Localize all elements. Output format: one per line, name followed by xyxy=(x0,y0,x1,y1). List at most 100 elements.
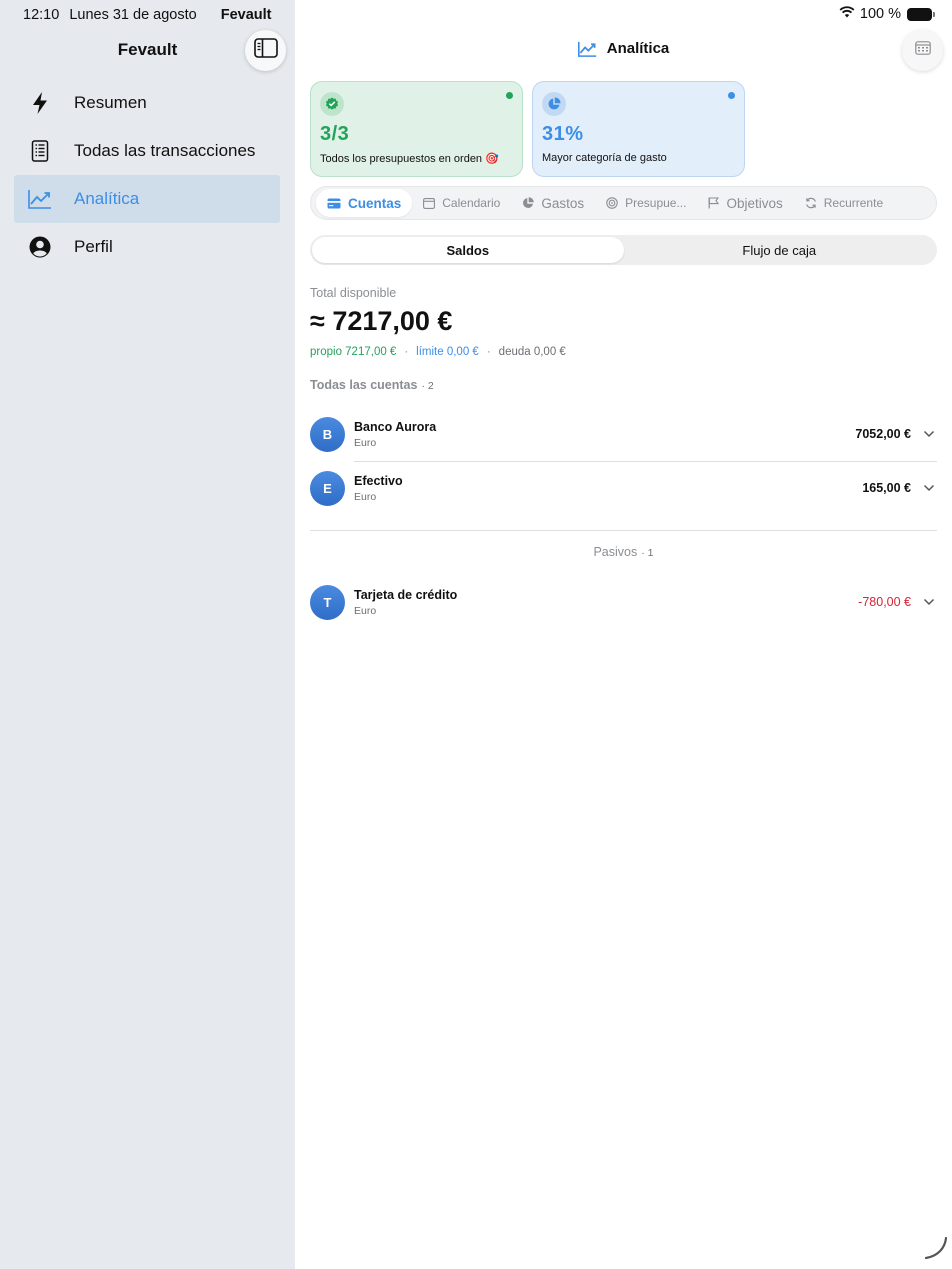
sidebar-item-transacciones[interactable]: Todas las transacciones xyxy=(14,127,280,175)
sidebar-nav: Resumen Todas las transacciones Analític… xyxy=(14,79,280,271)
status-bar-right: 100 % xyxy=(839,6,935,22)
section-count: · 2 xyxy=(421,380,434,392)
pie-icon xyxy=(522,197,535,209)
debt-amount: deuda 0,00 € xyxy=(498,346,566,358)
account-name: Banco Aurora xyxy=(354,419,437,434)
card-icon xyxy=(327,198,341,209)
account-amount: 7052,00 € xyxy=(855,427,911,441)
tab-objetivos[interactable]: Objetivos xyxy=(697,189,793,217)
status-dot xyxy=(728,92,735,99)
calendar-icon xyxy=(914,41,931,60)
avatar: B xyxy=(310,416,345,452)
chevron-down-icon[interactable] xyxy=(921,430,937,438)
tab-label: Cuentas xyxy=(348,195,402,211)
segment-flujo-de-caja[interactable]: Flujo de caja xyxy=(624,237,936,263)
total-label: Total disponible xyxy=(310,286,397,300)
status-bar-left: 12:10 Lunes 31 de agosto Fevault xyxy=(23,7,272,23)
account-name: Tarjeta de crédito xyxy=(354,587,458,602)
analytics-tabs: Cuentas Calendario Gastos Presupue... Ob… xyxy=(310,186,937,220)
sidebar-toggle-button[interactable] xyxy=(245,30,286,71)
own-amount: propio 7217,00 € xyxy=(310,346,397,358)
chart-line-icon xyxy=(577,41,597,57)
tab-gastos[interactable]: Gastos xyxy=(511,189,595,217)
balance-cashflow-toggle: Saldos Flujo de caja xyxy=(310,235,937,265)
tab-label: Gastos xyxy=(541,195,585,211)
status-date: Lunes 31 de agosto xyxy=(69,7,197,23)
segment-saldos[interactable]: Saldos xyxy=(312,237,624,263)
liability-row[interactable]: T Tarjeta de crédito Euro -780,00 € xyxy=(310,580,937,624)
account-row[interactable]: B Banco Aurora Euro 7052,00 € xyxy=(310,412,937,456)
account-amount: -780,00 € xyxy=(858,595,911,609)
battery-icon xyxy=(907,7,935,21)
person-circle-icon xyxy=(28,235,52,259)
chart-line-icon xyxy=(28,187,52,211)
section-count: · 1 xyxy=(641,547,654,559)
top-category-card[interactable]: 31% Mayor categoría de gasto xyxy=(532,81,745,177)
status-app-name: Fevault xyxy=(220,7,272,23)
sidebar-item-analitica[interactable]: Analítica xyxy=(14,175,280,223)
account-amount: 165,00 € xyxy=(862,481,911,495)
avatar: E xyxy=(310,470,345,506)
checkmark-badge-icon xyxy=(320,92,344,116)
liabilities-section-title: Pasivos · 1 xyxy=(295,545,952,559)
budgets-caption: Todos los presupuestos en orden 🎯 xyxy=(320,153,499,165)
calendar-icon xyxy=(423,197,436,209)
sidebar-item-resumen[interactable]: Resumen xyxy=(14,79,280,127)
total-amount: ≈ 7217,00 € xyxy=(310,306,453,336)
wifi-icon xyxy=(839,6,855,22)
limit-amount: límite 0,00 € xyxy=(416,346,479,358)
section-divider xyxy=(310,530,937,531)
tab-calendario[interactable]: Calendario xyxy=(412,189,511,217)
sidebar-item-perfil[interactable]: Perfil xyxy=(14,223,280,271)
tab-label: Calendario xyxy=(442,196,501,210)
sidebar-item-label: Perfil xyxy=(74,237,113,256)
account-currency: Euro xyxy=(354,490,377,503)
sidebar-toggle-icon xyxy=(253,38,278,63)
account-currency: Euro xyxy=(354,604,377,617)
status-dot xyxy=(506,92,513,99)
tab-cuentas[interactable]: Cuentas xyxy=(316,189,413,217)
status-time: 12:10 xyxy=(23,7,60,23)
tab-label: Objetivos xyxy=(726,195,783,211)
account-info: Efectivo Euro xyxy=(354,474,862,503)
calendar-button[interactable] xyxy=(902,30,943,71)
chevron-down-icon[interactable] xyxy=(921,484,937,492)
account-currency: Euro xyxy=(354,436,377,449)
receipt-icon xyxy=(28,139,52,163)
sidebar-item-label: Resumen xyxy=(74,93,147,112)
page-title-text: Analítica xyxy=(606,40,670,57)
tab-label: Presupue... xyxy=(625,196,687,210)
target-icon xyxy=(606,197,618,209)
main-content: 100 % Analítica 3/3 Todos los presupuest… xyxy=(295,0,952,1269)
tab-label: Recurrente xyxy=(823,196,884,210)
sidebar: 12:10 Lunes 31 de agosto Fevault Fevault… xyxy=(0,0,295,1269)
home-indicator-arc-icon xyxy=(924,1236,948,1265)
page-title: Analítica xyxy=(295,40,952,57)
separator: · xyxy=(404,346,409,358)
top-category-value: 31% xyxy=(542,123,584,145)
top-category-caption: Mayor categoría de gasto xyxy=(542,152,667,164)
section-title-text: Todas las cuentas xyxy=(310,378,418,392)
separator: · xyxy=(486,346,491,358)
account-name: Efectivo xyxy=(354,473,403,488)
sidebar-item-label: Analítica xyxy=(74,189,140,208)
budgets-value: 3/3 xyxy=(320,123,350,145)
pie-chart-icon xyxy=(542,92,566,116)
tab-presupuestos[interactable]: Presupue... xyxy=(595,189,697,217)
sidebar-item-label: Todas las transacciones xyxy=(74,141,256,160)
avatar: T xyxy=(310,584,345,620)
battery-percentage: 100 % xyxy=(859,6,901,22)
account-row[interactable]: E Efectivo Euro 165,00 € xyxy=(310,466,937,510)
accounts-section-title: Todas las cuentas · 2 xyxy=(310,378,434,392)
row-divider xyxy=(354,461,937,462)
tab-recurrente[interactable]: Recurrente xyxy=(794,189,894,217)
summary-cards: 3/3 Todos los presupuestos en orden 🎯 31… xyxy=(310,81,745,177)
total-breakdown: propio 7217,00 € · límite 0,00 € · deuda… xyxy=(310,346,566,358)
repeat-icon xyxy=(805,197,817,209)
section-title-text: Pasivos xyxy=(593,545,638,559)
flag-icon xyxy=(708,197,720,209)
budgets-card[interactable]: 3/3 Todos los presupuestos en orden 🎯 xyxy=(310,81,523,177)
bolt-icon xyxy=(28,91,52,115)
chevron-down-icon[interactable] xyxy=(921,598,937,606)
account-info: Tarjeta de crédito Euro xyxy=(354,588,858,617)
